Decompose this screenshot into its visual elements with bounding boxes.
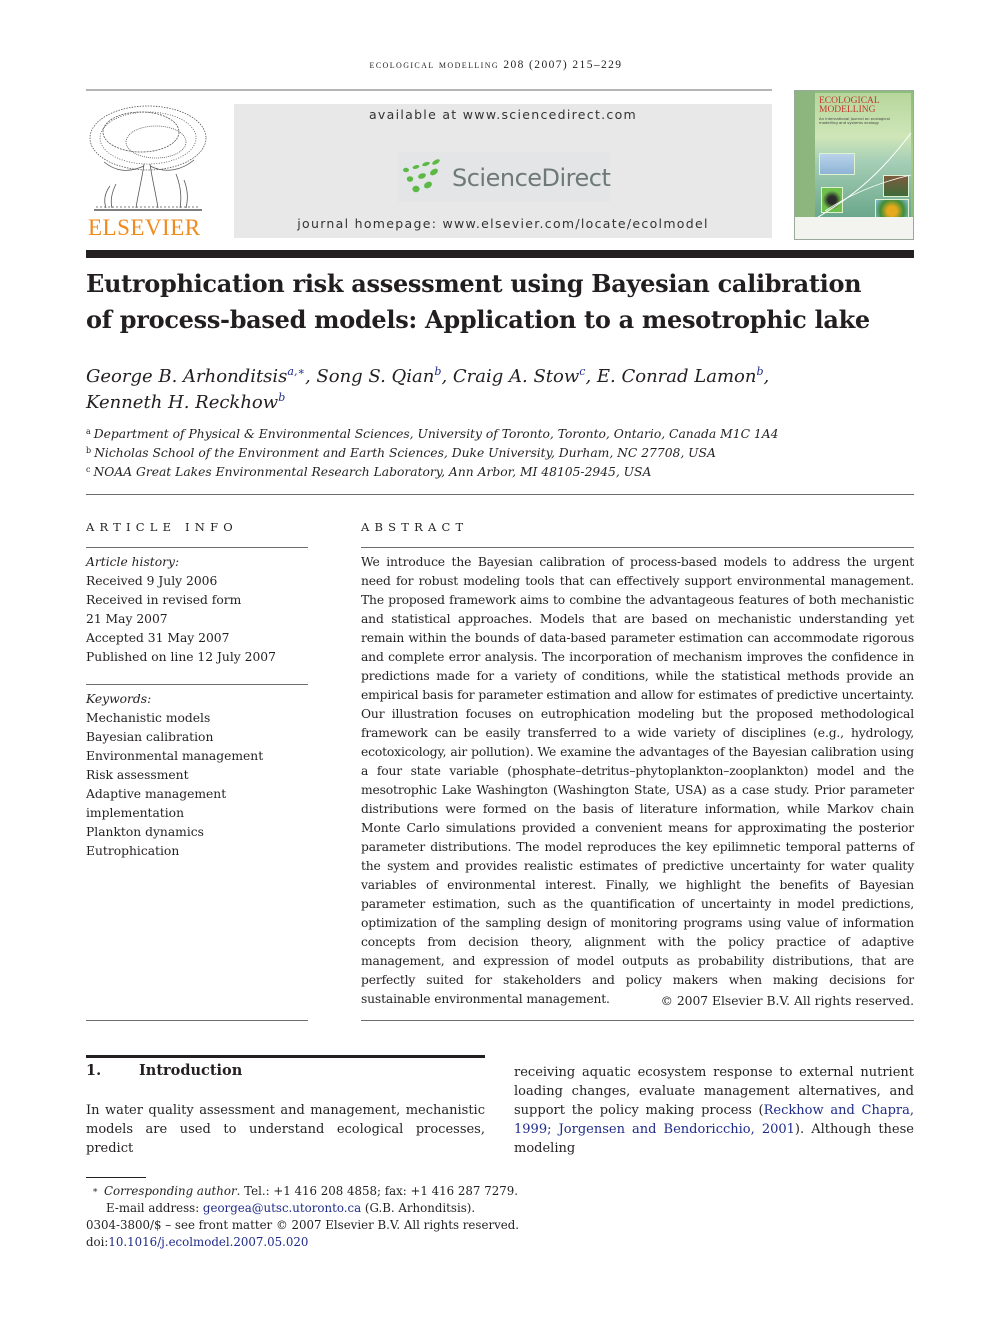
author[interactable]: Craig A. Stowc: [453, 366, 586, 387]
author-separator: ,: [441, 366, 453, 387]
title-line-2: of process-based models: Application to …: [86, 305, 870, 334]
author-name: Craig A. Stow: [452, 366, 580, 387]
article-info-heading: ARTICLE INFO: [86, 520, 238, 534]
contact-details: . Tel.: +1 416 208 4858; fax: +1 416 287…: [236, 1184, 518, 1198]
article-history-label: Article history:: [86, 555, 180, 569]
abstract-text: We introduce the Bayesian calibration of…: [361, 555, 914, 1006]
affiliation-text: Nicholas School of the Environment and E…: [94, 446, 716, 460]
keyword: Environmental management: [86, 749, 264, 763]
email-label: E-mail address:: [106, 1201, 203, 1215]
affiliation: b Nicholas School of the Environment and …: [86, 444, 916, 463]
keyword: Bayesian calibration: [86, 730, 214, 744]
affiliation-label: c: [86, 465, 91, 474]
email-owner: (G.B. Arhonditsis).: [361, 1201, 476, 1215]
doi-note: doi:10.1016/j.ecolmodel.2007.05.020: [86, 1234, 526, 1251]
author[interactable]: Kenneth H. Reckhowb: [86, 392, 285, 413]
abstract-bottom-rule: [361, 1020, 914, 1021]
keyword: implementation: [86, 806, 185, 820]
author[interactable]: George B. Arhonditsisa,∗: [86, 366, 305, 387]
email-note: E-mail address: georgea@utsc.utoronto.ca…: [86, 1200, 526, 1217]
introduction-heading: 1. Introduction: [86, 1062, 242, 1079]
affiliation-list: a Department of Physical & Environmental …: [86, 425, 916, 482]
author-name: Song S. Qian: [316, 366, 435, 387]
footnotes: ∗ Corresponding author. Tel.: +1 416 208 …: [86, 1183, 526, 1251]
citation-link[interactable]: Jorgensen and Bendoricchio, 2001: [559, 1122, 795, 1137]
history-item: 21 May 2007: [86, 612, 168, 626]
author-separator: ,: [304, 366, 317, 387]
keyword: Adaptive management: [86, 787, 227, 801]
header-rule: [86, 89, 772, 91]
corresponding-label: Corresponding author: [104, 1184, 237, 1198]
author-name: E. Conrad Lamon: [596, 366, 757, 387]
author[interactable]: E. Conrad Lamonb: [597, 366, 764, 387]
doi-link[interactable]: 10.1016/j.ecolmodel.2007.05.020: [108, 1235, 308, 1249]
history-item: Accepted 31 May 2007: [86, 631, 230, 645]
affiliation-label: a: [86, 427, 91, 436]
sciencedirect-wordmark[interactable]: ScienceDirect: [452, 164, 611, 192]
email-link[interactable]: georgea@utsc.utoronto.ca: [203, 1201, 361, 1215]
keyword: Mechanistic models: [86, 711, 211, 725]
front-matter-note: 0304-3800/$ – see front matter © 2007 El…: [86, 1218, 520, 1232]
abstract-heading: ABSTRACT: [361, 520, 469, 534]
article-info-rule: [86, 547, 308, 548]
elsevier-wordmark: ELSEVIER: [88, 215, 201, 240]
introduction-rule: [86, 1055, 485, 1058]
affiliation-text: Department of Physical & Environmental S…: [93, 427, 779, 441]
elsevier-logo[interactable]: ELSEVIER: [86, 104, 212, 240]
affiliation-label: b: [86, 446, 92, 455]
keyword: Risk assessment: [86, 768, 189, 782]
section-number: 1.: [86, 1062, 102, 1079]
history-item: Published on line 12 July 2007: [86, 650, 276, 664]
author-separator: ,: [763, 366, 770, 387]
cover-side-strip: [795, 91, 815, 219]
abstract-rule: [361, 547, 914, 548]
keywords-rule: [86, 684, 308, 685]
footnote-rule: [86, 1177, 146, 1178]
journal-cover-thumbnail[interactable]: ECOLOGICAL MODELLING An international jo…: [794, 90, 914, 240]
affiliation: a Department of Physical & Environmental …: [86, 425, 916, 444]
cover-title-line2: MODELLING: [819, 105, 876, 115]
keyword: Eutrophication: [86, 844, 180, 858]
author-name: George B. Arhonditsis: [86, 366, 288, 387]
doi-label: doi:: [86, 1235, 109, 1249]
author-list: George B. Arhonditsisa,∗, Song S. Qianb,…: [86, 364, 916, 416]
keyword: Plankton dynamics: [86, 825, 204, 839]
history-item: Received 9 July 2006: [86, 574, 218, 588]
cover-footer: [795, 217, 913, 239]
affiliations-rule: [86, 494, 914, 495]
title-line-1: Eutrophication risk assessment using Bay…: [86, 269, 862, 298]
journal-homepage-link[interactable]: journal homepage: www.elsevier.com/locat…: [234, 216, 772, 231]
elsevier-tree-icon: [89, 105, 207, 211]
corresponding-author-note: ∗ Corresponding author. Tel.: +1 416 208 …: [86, 1183, 526, 1200]
article-info-bottom-rule: [86, 1020, 308, 1021]
cover-curve-lines: [815, 132, 912, 220]
keywords-label: Keywords:: [86, 692, 152, 706]
cover-title: ECOLOGICAL MODELLING: [819, 96, 880, 115]
footnote-marker: ∗: [91, 1186, 99, 1196]
article-history: Article history: Received 9 July 2006 Re…: [86, 553, 310, 667]
article-title: Eutrophication risk assessment using Bay…: [86, 266, 916, 338]
introduction-text-left: In water quality assessment and manageme…: [86, 1103, 485, 1156]
introduction-text-right: receiving aquatic ecosystem response to …: [514, 1063, 914, 1158]
sciencedirect-dots-icon: [403, 159, 440, 193]
running-head: ecological modelling 208 (2007) 215–229: [369, 59, 623, 71]
affiliation: c NOAA Great Lakes Environmental Research…: [86, 463, 916, 482]
author-name: Kenneth H. Reckhow: [86, 392, 279, 413]
author-affiliation-ref[interactable]: a,∗: [287, 365, 305, 378]
author-affiliation-ref[interactable]: b: [278, 391, 285, 404]
available-at-link[interactable]: available at www.sciencedirect.com: [234, 107, 772, 122]
cover-subtitle: An international journal on ecological m…: [819, 116, 890, 126]
section-title: Introduction: [139, 1062, 243, 1079]
keywords-list: Keywords: Mechanistic models Bayesian ca…: [86, 690, 310, 861]
author[interactable]: Song S. Qianb: [316, 366, 441, 387]
affiliation-text: NOAA Great Lakes Environmental Research …: [93, 465, 652, 479]
author-affiliation-ref[interactable]: b: [756, 365, 763, 378]
abstract-copyright: © 2007 Elsevier B.V. All rights reserved…: [660, 994, 914, 1008]
history-item: Received in revised form: [86, 593, 242, 607]
title-rule: [86, 250, 914, 258]
author-separator: ,: [585, 366, 597, 387]
